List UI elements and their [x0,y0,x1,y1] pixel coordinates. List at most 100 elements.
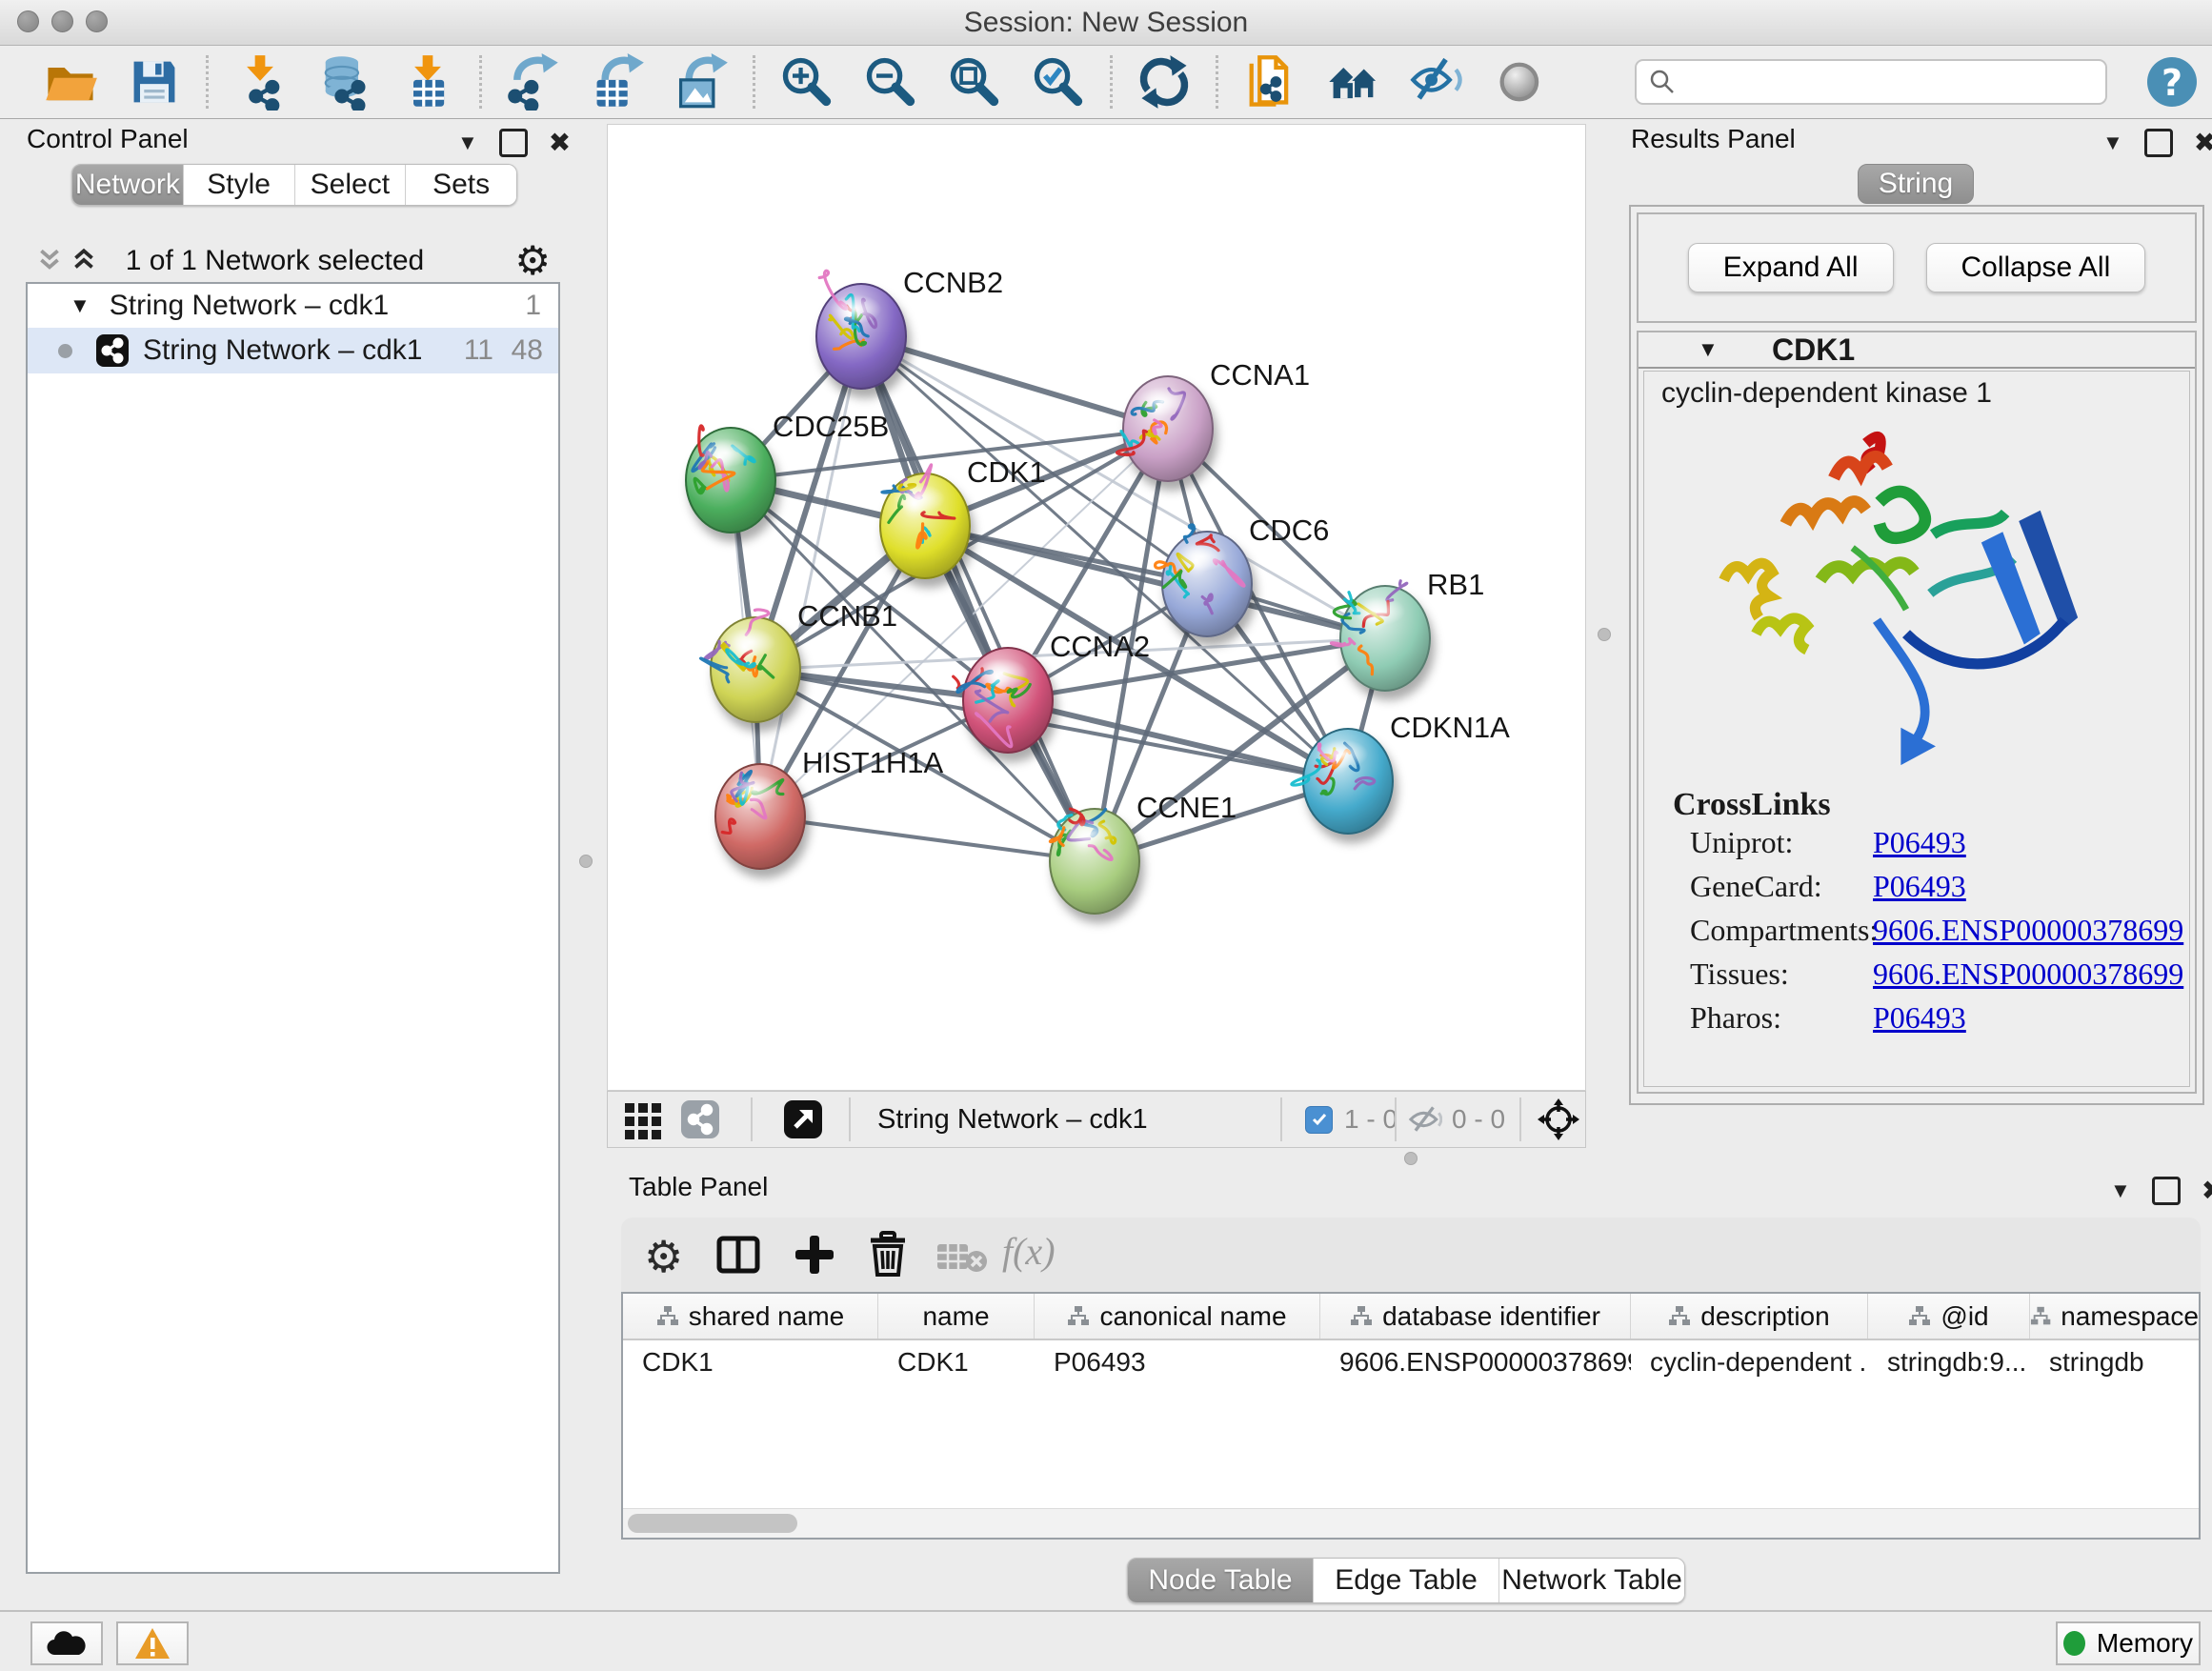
float-panel-icon[interactable]: ▼ [457,131,478,155]
memory-button[interactable]: Memory [2056,1621,2201,1665]
column-header-shared-name[interactable]: shared name [623,1294,878,1339]
string-import-button[interactable] [1239,51,1300,112]
hidden-node-edge-count: 0 - 0 [1452,1104,1505,1135]
import-network-button[interactable] [230,51,291,112]
section-expand-icon[interactable]: ▼ [1698,337,1719,362]
eye-slash-icon [1409,53,1466,111]
network-node-hist1h1a[interactable]: HIST1H1A [715,746,943,869]
save-session-button[interactable] [124,51,185,112]
column-header-namespace[interactable]: namespace [2030,1294,2199,1339]
cell-database-identifier: 9606.ENSP00000378699 [1320,1340,1631,1383]
crosslink-link[interactable]: 9606.ENSP00000378699 [1873,913,2183,948]
cloud-button[interactable] [30,1621,103,1665]
crosslink-link[interactable]: P06493 [1873,869,1966,904]
expand-all-button[interactable]: Expand All [1688,243,1894,292]
tab-sets[interactable]: Sets [406,165,516,205]
toolbar-separator [849,1097,851,1141]
close-panel-icon[interactable]: ✖ [2194,127,2212,158]
left-splitter-handle[interactable] [579,855,593,868]
collapse-all-button[interactable]: Collapse All [1926,243,2146,292]
create-column-button[interactable] [791,1231,838,1281]
search-input[interactable] [1684,62,2105,102]
network-collection-row[interactable]: ▼ String Network – cdk1 1 [28,284,558,328]
delete-table-button[interactable] [935,1240,989,1278]
network-canvas[interactable]: CCNB2CCNA1CDC25BCDK1CDC6RB1CCNB1CCNA2CDK… [607,124,1586,1091]
tab-string[interactable]: String [1858,164,1974,204]
maximize-panel-icon[interactable] [2152,1177,2181,1205]
collection-expand-icon[interactable]: ▼ [70,293,90,318]
horizontal-splitter-handle[interactable] [1404,1152,1418,1165]
network-node-ccna1[interactable]: CCNA1 [1117,358,1311,481]
grid-view-button[interactable] [623,1092,663,1147]
table-toolbar: ⚙ [621,1218,2201,1292]
table-horizontal-scrollbar[interactable] [623,1508,2199,1538]
network-node-rb1[interactable]: RB1 [1331,568,1484,691]
right-splitter-handle[interactable] [1598,628,1611,641]
crosslink-link[interactable]: P06493 [1873,1000,1966,1036]
import-network-from-database-button[interactable] [313,51,374,112]
export-table-button[interactable] [587,51,648,112]
hide-selected-button[interactable] [1407,51,1468,112]
zoom-out-button[interactable] [860,51,921,112]
apply-layout-button[interactable] [1134,51,1195,112]
maximize-panel-icon[interactable] [2144,129,2173,157]
selected-items-checkbox[interactable] [1305,1106,1333,1134]
search-box[interactable] [1635,59,2107,105]
show-all-button[interactable] [1491,51,1552,112]
node-label-rb1: RB1 [1427,568,1484,601]
delete-column-button[interactable] [865,1231,911,1281]
column-header-database-identifier[interactable]: database identifier [1320,1294,1631,1339]
column-header-id[interactable]: @id [1868,1294,2030,1339]
tab-node-table[interactable]: Node Table [1128,1559,1314,1602]
protein-section-header[interactable]: ▼ CDK1 [1639,332,2195,369]
network-node-ccnb1[interactable]: CCNB1 [701,599,898,722]
protein-section: ▼ CDK1 cyclin-dependent kinase 1 [1637,331,2197,1094]
tab-edge-table[interactable]: Edge Table [1314,1559,1499,1602]
current-network-name: String Network – cdk1 [877,1104,1148,1136]
birds-eye-view-button[interactable] [1538,1092,1579,1147]
first-neighbors-button[interactable] [1323,51,1384,112]
export-image-button[interactable] [671,51,732,112]
tab-network[interactable]: Network [72,165,184,205]
float-panel-icon[interactable]: ▼ [2102,131,2123,155]
crosslink-link[interactable]: P06493 [1873,825,1966,860]
table-row[interactable]: CDK1 CDK1 P06493 9606.ENSP00000378699 cy… [623,1340,2199,1383]
show-columns-button[interactable] [714,1231,762,1281]
tab-select[interactable]: Select [295,165,407,205]
export-network-button[interactable] [503,51,564,112]
node-label-hist1h1a: HIST1H1A [802,746,943,779]
warnings-button[interactable] [116,1621,189,1665]
column-header-description[interactable]: description [1631,1294,1868,1339]
crosslink-link[interactable]: 9606.ENSP00000378699 [1873,956,2183,992]
zoom-in-button[interactable] [776,51,837,112]
network-row-selected[interactable]: String Network – cdk1 11 48 [28,328,558,373]
import-table-button[interactable] [397,51,458,112]
function-builder-button[interactable]: f(x) [1002,1229,1056,1274]
zoom-fit-button[interactable] [944,51,1005,112]
network-node-cdkn1a[interactable]: CDKN1A [1292,711,1510,834]
network-node-ccne1[interactable]: CCNE1 [1050,791,1237,914]
string-network-graph[interactable]: CCNB2CCNA1CDC25BCDK1CDC6RB1CCNB1CCNA2CDK… [608,125,1585,1090]
gear-icon: ⚙ [514,237,551,284]
close-panel-icon[interactable]: ✖ [2202,1175,2212,1206]
tab-network-table[interactable]: Network Table [1499,1559,1684,1602]
zoom-selected-button[interactable] [1028,51,1089,112]
open-session-button[interactable] [40,51,101,112]
column-header-name[interactable]: name [878,1294,1035,1339]
scrollbar-thumb[interactable] [628,1514,797,1533]
crosshair-icon [1538,1098,1579,1140]
network-options-gear-button[interactable]: ⚙ [509,236,556,285]
network-view-mode-button[interactable] [680,1092,720,1147]
maximize-panel-icon[interactable] [499,129,528,157]
node-table[interactable]: shared name name canonical name [621,1292,2201,1540]
column-type-icon [2030,1305,2051,1328]
network-node-cdc25b[interactable]: CDC25B [686,410,889,533]
close-panel-icon[interactable]: ✖ [549,127,571,158]
tab-style[interactable]: Style [184,165,295,205]
detach-view-button[interactable] [783,1092,823,1147]
float-panel-icon[interactable]: ▼ [2110,1178,2131,1203]
table-options-gear-button[interactable]: ⚙ [644,1231,683,1282]
help-button[interactable]: ? [2147,57,2197,107]
hidden-eye-icon [1408,1104,1442,1135]
column-header-canonical-name[interactable]: canonical name [1035,1294,1320,1339]
